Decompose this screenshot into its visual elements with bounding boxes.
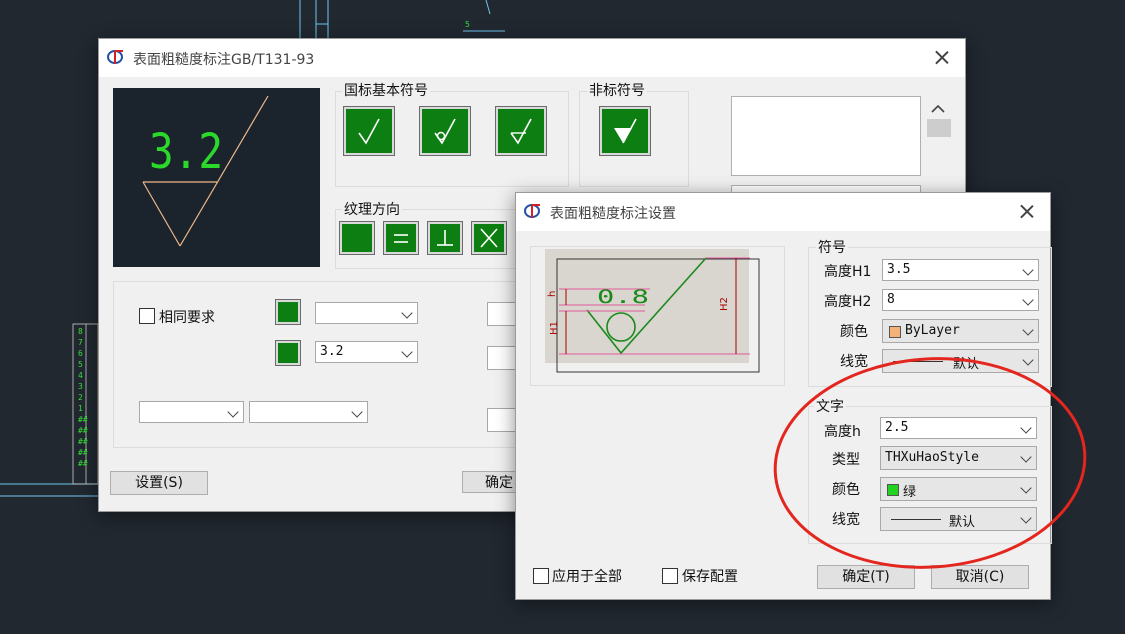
scroll-up-icon[interactable] bbox=[931, 104, 945, 113]
texture-perpendicular-button[interactable] bbox=[428, 222, 462, 254]
cad-row-label: 3 bbox=[78, 382, 83, 391]
annotation-ellipse bbox=[773, 357, 1087, 569]
height-h1-label: 高度H1 bbox=[824, 264, 872, 280]
check-mark-icon bbox=[358, 118, 380, 145]
preview-value-text: 0.8 bbox=[597, 286, 649, 308]
chevron-down-icon bbox=[351, 406, 363, 418]
check-bar-icon bbox=[510, 118, 532, 145]
cad-row-label: 4 bbox=[78, 371, 83, 380]
settings-preview-diagram: h H1 H2 0.8 bbox=[545, 249, 760, 373]
apply-all-checkbox[interactable] bbox=[533, 568, 549, 584]
main-preview-panel: 3.2 bbox=[113, 88, 320, 267]
main-dialog-title: 表面粗糙度标注GB/T131-93 bbox=[133, 52, 315, 68]
symbol-group-label: 符号 bbox=[816, 237, 848, 257]
same-requirement-label: 相同要求 bbox=[159, 310, 215, 326]
scroll-thumb[interactable] bbox=[927, 119, 951, 137]
cad-row-label: ## bbox=[78, 448, 88, 457]
basic-symbol-button[interactable] bbox=[344, 107, 394, 155]
settings-button[interactable]: 设置(S) bbox=[110, 471, 208, 495]
filled-triangle-check-icon bbox=[614, 118, 637, 144]
circle-symbol-button[interactable] bbox=[420, 107, 470, 155]
machined-symbol-button[interactable] bbox=[496, 107, 546, 155]
cad-row-label: 6 bbox=[78, 349, 83, 358]
height-h2-combo[interactable]: 8 bbox=[882, 289, 1039, 311]
preview-h1-label: H1 bbox=[549, 321, 560, 335]
settings-dialog-title: 表面粗糙度标注设置 bbox=[550, 206, 676, 222]
preview-h-label: h bbox=[547, 291, 558, 297]
texture-parallel-button[interactable] bbox=[384, 222, 418, 254]
chevron-down-icon bbox=[1022, 294, 1034, 306]
nonstandard-symbols-label: 非标符号 bbox=[587, 80, 647, 100]
value-symbol-button-1[interactable] bbox=[276, 300, 300, 324]
symbol-color-label: 颜色 bbox=[840, 324, 868, 340]
value-combo-1[interactable] bbox=[315, 302, 418, 324]
cad-row-label: 5 bbox=[78, 360, 83, 369]
apply-all-label: 应用于全部 bbox=[552, 569, 622, 585]
save-config-checkbox[interactable] bbox=[662, 568, 678, 584]
cad-row-label: 7 bbox=[78, 338, 83, 347]
check-circle-icon bbox=[434, 118, 456, 145]
symbol-list-box[interactable] bbox=[731, 96, 921, 176]
value-symbol-button-2[interactable] bbox=[276, 341, 300, 365]
chevron-down-icon bbox=[227, 406, 239, 418]
app-logo-icon bbox=[107, 50, 123, 64]
cross-icon bbox=[480, 228, 498, 248]
cad-row-label: 2 bbox=[78, 393, 83, 402]
texture-crossed-button[interactable] bbox=[472, 222, 506, 254]
texture-none-button[interactable] bbox=[340, 222, 374, 254]
chevron-down-icon bbox=[401, 307, 413, 319]
cad-row-label: ## bbox=[78, 415, 88, 424]
cad-row-label: 8 bbox=[78, 327, 83, 336]
texture-direction-label: 纹理方向 bbox=[342, 199, 402, 219]
list-scrollbar[interactable] bbox=[927, 97, 951, 137]
cad-row-label: ## bbox=[78, 459, 88, 468]
bottom-combo-1[interactable] bbox=[139, 401, 244, 423]
color-swatch-icon bbox=[889, 326, 901, 338]
chevron-down-icon bbox=[1022, 324, 1034, 336]
symbol-color-combo[interactable]: ByLayer bbox=[882, 319, 1039, 343]
save-config-label: 保存配置 bbox=[682, 569, 738, 585]
cad-row-label: 1 bbox=[78, 404, 83, 413]
perpendicular-icon bbox=[437, 230, 453, 246]
settings-dialog-close-icon[interactable] bbox=[1016, 201, 1038, 223]
settings-dialog-titlebar[interactable]: 表面粗糙度标注设置 bbox=[516, 193, 1050, 231]
chevron-down-icon bbox=[401, 346, 413, 358]
nonstandard-symbol-button[interactable] bbox=[600, 107, 650, 155]
height-h2-label: 高度H2 bbox=[824, 294, 872, 310]
chevron-down-icon bbox=[1022, 264, 1034, 276]
preview-h2-label: H2 bbox=[719, 297, 730, 311]
same-requirement-checkbox[interactable] bbox=[139, 308, 155, 324]
height-h1-combo[interactable]: 3.5 bbox=[882, 259, 1039, 281]
main-dialog-close-icon[interactable] bbox=[931, 47, 953, 69]
parallel-lines-icon bbox=[394, 234, 408, 243]
cad-dim-number: 5 bbox=[465, 20, 470, 29]
value-combo-2[interactable]: 3.2 bbox=[315, 341, 418, 363]
cad-row-label: ## bbox=[78, 426, 88, 435]
main-preview-value: 3.2 bbox=[149, 124, 223, 180]
basic-symbols-label: 国标基本符号 bbox=[342, 80, 430, 100]
app-logo-icon bbox=[524, 204, 540, 218]
main-dialog-titlebar[interactable]: 表面粗糙度标注GB/T131-93 bbox=[99, 39, 965, 77]
bottom-combo-2[interactable] bbox=[249, 401, 368, 423]
cad-row-label: ## bbox=[78, 437, 88, 446]
